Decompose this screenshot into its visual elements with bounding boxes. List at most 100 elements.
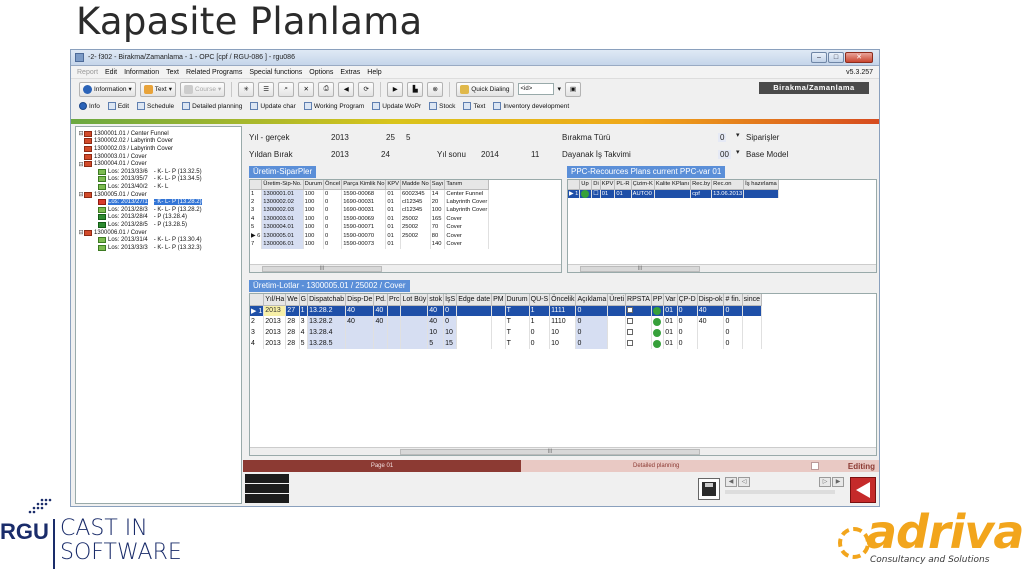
chevron-down-icon[interactable]: ▾ <box>736 148 740 156</box>
orders-scroll-thumb[interactable]: III <box>262 266 382 272</box>
table-cell[interactable]: 1 <box>529 305 551 316</box>
ppc-column-header[interactable]: Rec.on <box>711 180 745 190</box>
orders-column-header[interactable]: Öncel <box>323 180 343 190</box>
table-cell[interactable]: 1590-00070 <box>341 231 387 240</box>
lots-column-header[interactable]: # fin. <box>723 294 743 306</box>
lots-column-header[interactable]: Dispatchab <box>307 294 347 306</box>
yildan-birak-year[interactable]: 2013 <box>331 150 349 159</box>
tree-node[interactable]: Los: 2013/27/1 - K- L- P (13.28.2) <box>78 198 239 206</box>
table-cell[interactable] <box>742 327 762 338</box>
table-row[interactable]: 5 1300004.01 100 0 1590-00071 01 25002 70 Cover <box>250 223 490 232</box>
tree-node[interactable]: ⊟ 1300005.01 / Cover <box>78 191 239 199</box>
table-cell[interactable]: 4 <box>250 214 263 223</box>
next-button[interactable]: ▶ <box>832 477 844 487</box>
table-cell[interactable]: 40 <box>345 316 375 327</box>
table-cell[interactable]: 0 <box>529 327 551 338</box>
table-cell[interactable]: 01 <box>385 189 402 198</box>
table-cell[interactable] <box>345 327 375 338</box>
table-cell[interactable]: 0 <box>575 316 609 327</box>
tree-node[interactable]: Los: 2013/35/7 - K- L- P (13.34.5) <box>78 176 239 184</box>
table-row[interactable]: ▶ 6 1300005.01 100 0 1590-00070 01 25002 80 Cove… <box>250 231 490 240</box>
table-cell[interactable]: 1300002.03 <box>261 206 304 215</box>
table-cell[interactable]: 2013 <box>263 327 287 338</box>
lots-grid[interactable]: Yıl/Ha We G Dispatchab Disp-De Pd. Prc Lot Büy s… <box>249 293 877 456</box>
input-field-3[interactable] <box>245 494 289 503</box>
print-button[interactable]: ⎙ <box>318 81 335 97</box>
yil-sonu-week[interactable]: 11 <box>531 150 539 159</box>
table-cell[interactable]: 100 <box>303 206 325 215</box>
table-cell[interactable]: 15 <box>443 338 458 349</box>
table-cell[interactable] <box>651 316 665 327</box>
orders-scrollbar[interactable]: III <box>250 264 561 272</box>
table-cell[interactable] <box>387 327 402 338</box>
toolbar-schedule[interactable]: Schedule <box>137 102 174 110</box>
table-cell[interactable]: 01 <box>385 214 402 223</box>
tree-node[interactable]: ⊟ 1300004.01 / Cover <box>78 160 239 168</box>
menu-information[interactable]: Information <box>124 69 159 76</box>
table-cell[interactable]: 10 <box>549 327 577 338</box>
lots-column-header[interactable]: ÇP-D <box>677 294 698 306</box>
lots-column-header[interactable]: Prc <box>387 294 402 306</box>
lots-column-header[interactable]: Lot Büy <box>400 294 429 306</box>
table-cell[interactable]: 0 <box>575 338 609 349</box>
dayanak-value[interactable]: 00 <box>718 150 731 159</box>
table-cell[interactable]: 10 <box>443 327 458 338</box>
table-cell[interactable]: 4 <box>299 327 309 338</box>
table-cell[interactable]: 0 <box>323 214 343 223</box>
table-cell[interactable]: 40 <box>345 305 375 316</box>
table-cell[interactable]: 25002 <box>400 214 431 223</box>
table-cell[interactable] <box>651 338 665 349</box>
orders-column-header[interactable] <box>250 180 263 190</box>
table-cell[interactable]: 0 <box>677 338 698 349</box>
tree-node[interactable]: 1300002.03 / Labyrinth Cover <box>78 145 239 153</box>
table-cell[interactable]: 0 <box>723 338 743 349</box>
table-cell[interactable]: 01 <box>385 240 402 249</box>
orders-column-header[interactable]: Madde No <box>400 180 431 190</box>
lots-column-header[interactable]: İşS <box>443 294 458 306</box>
table-cell[interactable]: 0 <box>323 223 343 232</box>
table-cell[interactable]: 01 <box>385 206 402 215</box>
table-cell[interactable]: 7 <box>250 240 263 249</box>
table-cell[interactable]: 1110 <box>549 316 577 327</box>
table-cell[interactable] <box>625 327 652 338</box>
maximize-button[interactable]: □ <box>828 52 844 63</box>
table-cell[interactable]: 100 <box>303 240 325 249</box>
table-cell[interactable]: 0 <box>677 305 698 316</box>
ppc-column-header[interactable] <box>568 180 581 190</box>
table-cell[interactable] <box>491 327 506 338</box>
menu-report[interactable]: Report <box>77 69 98 76</box>
table-cell[interactable]: 1590-00068 <box>341 189 387 198</box>
table-cell[interactable]: 40 <box>373 305 388 316</box>
next-page-button[interactable]: ▷ <box>819 477 831 487</box>
table-cell[interactable] <box>456 305 493 316</box>
table-cell[interactable]: 0 <box>723 327 743 338</box>
table-row[interactable]: 7 1300006.01 100 0 1590-00073 01 140 Cover <box>250 240 490 249</box>
table-cell[interactable] <box>491 316 506 327</box>
chevron-down-icon[interactable]: ▾ <box>558 85 562 93</box>
table-cell[interactable] <box>387 316 402 327</box>
tree-node[interactable]: Los: 2013/31/4 - K- L- P (13.30.4) <box>78 236 239 244</box>
quick-dialing-select[interactable]: <id> <box>517 83 554 95</box>
lots-column-header[interactable] <box>250 294 265 306</box>
table-cell[interactable]: 25002 <box>400 231 431 240</box>
table-cell[interactable]: 13.28.5 <box>307 338 347 349</box>
table-cell[interactable]: 0 <box>323 189 343 198</box>
table-row[interactable]: ▶ 1 ☐ 01 01 AUTO0 cpf 13.06.2013 <box>568 189 779 198</box>
menu-related-programs[interactable]: Related Programs <box>186 69 242 76</box>
table-row[interactable]: 4 2013 28 5 13.28.5 5 15 T 0 10 0 01 0 0 <box>250 338 762 349</box>
table-cell[interactable]: 01 <box>663 338 678 349</box>
table-cell[interactable]: 80 <box>430 231 446 240</box>
binoculars-button[interactable]: ⊗ <box>427 81 444 97</box>
table-cell[interactable]: Cover <box>444 240 490 249</box>
picture-button[interactable]: ▣ <box>565 81 582 97</box>
table-cell[interactable] <box>456 327 493 338</box>
lots-column-header[interactable]: Yıl/Ha <box>263 294 287 306</box>
table-row[interactable]: 3 1300002.03 100 0 1690-00031 01 cl12345 100 Lab… <box>250 206 490 215</box>
table-cell[interactable]: cpf <box>690 189 713 198</box>
orders-column-header[interactable]: Sayı <box>430 180 446 190</box>
table-cell[interactable] <box>400 305 429 316</box>
course-button[interactable]: Course ▾ <box>179 81 226 97</box>
table-cell[interactable]: 01 <box>614 189 632 198</box>
toolbar-working-program[interactable]: Working Program <box>303 102 364 110</box>
table-cell[interactable] <box>625 316 652 327</box>
